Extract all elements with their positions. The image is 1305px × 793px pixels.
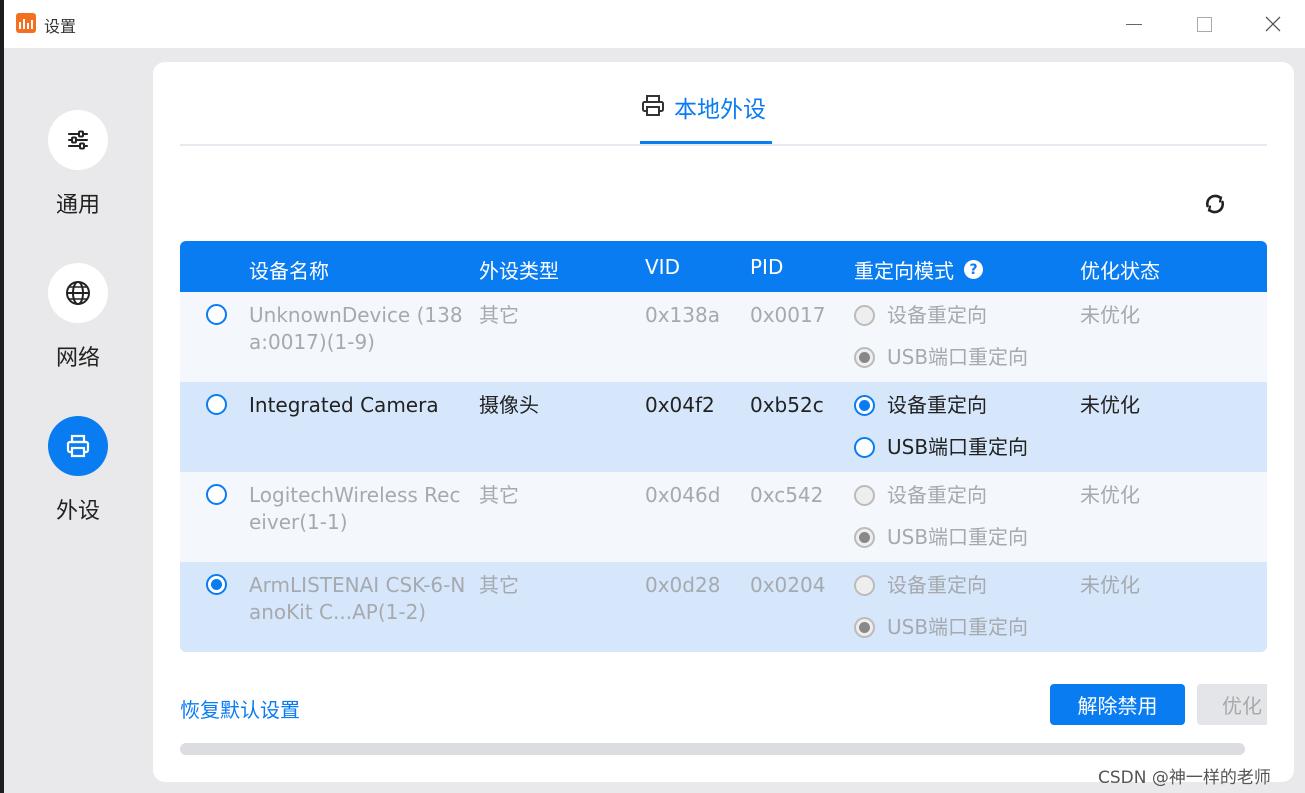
optimize-status: 未优化 — [1080, 573, 1140, 597]
device-type: 其它 — [479, 303, 519, 327]
row-select-radio[interactable] — [206, 304, 227, 332]
sliders-icon — [48, 110, 108, 170]
mode-label: 设备重定向 — [887, 393, 987, 417]
header-name: 设备名称 — [249, 259, 329, 283]
device-name: LogitechWireless Receiver(1-1) — [249, 483, 461, 534]
header-type: 外设类型 — [479, 259, 559, 283]
tab-divider — [180, 144, 1267, 146]
mode-device-redirect[interactable]: 设备重定向 — [854, 392, 1028, 419]
sidebar-item-label: 外设 — [55, 499, 100, 524]
row-select-radio[interactable] — [206, 484, 227, 512]
sidebar-item-general[interactable]: 通用 — [47, 110, 109, 219]
title-bar: 设置 — [4, 0, 1305, 48]
mode-label: 设备重定向 — [887, 303, 987, 327]
redirect-mode-group: 设备重定向 USB端口重定向 — [854, 392, 1028, 476]
unban-button[interactable]: 解除禁用 — [1050, 684, 1185, 725]
sidebar-item-label: 通用 — [55, 193, 100, 218]
mode-usb-port-redirect[interactable]: USB端口重定向 — [854, 344, 1028, 371]
optimize-status: 未优化 — [1080, 393, 1140, 417]
table-row[interactable]: Integrated Camera 摄像头 0x04f2 0xb52c 设备重定… — [180, 382, 1267, 472]
redirect-mode-group: 设备重定向 USB端口重定向 — [854, 572, 1028, 652]
printer-icon — [48, 416, 108, 476]
device-vid: 0x04f2 — [645, 393, 715, 417]
device-type: 摄像头 — [479, 393, 539, 417]
mode-label: 设备重定向 — [887, 573, 987, 597]
main-panel: 本地外设 设备名称 外设类型 VID PID 重定向模式 ? 优化状态 Unkn… — [153, 62, 1294, 782]
watermark: CSDN @神一样的老师 — [1098, 768, 1271, 788]
mode-usb-port-redirect[interactable]: USB端口重定向 — [854, 614, 1028, 641]
row-select-radio[interactable] — [206, 574, 227, 602]
mode-label: USB端口重定向 — [887, 345, 1029, 369]
maximize-button[interactable] — [1192, 12, 1216, 36]
tab-local-peripherals[interactable]: 本地外设 — [640, 90, 766, 144]
refresh-button[interactable] — [1203, 192, 1227, 216]
mode-device-redirect[interactable]: 设备重定向 — [854, 482, 1028, 509]
header-vid: VID — [645, 255, 680, 279]
header-mode: 重定向模式 ? — [854, 255, 983, 284]
table-row[interactable]: LogitechWireless Receiver(1-1) 其它 0x046d… — [180, 472, 1267, 562]
app-logo-icon — [16, 13, 36, 33]
mode-usb-port-redirect[interactable]: USB端口重定向 — [854, 434, 1028, 461]
desktop-edge — [0, 0, 4, 793]
device-vid: 0x0d28 — [645, 573, 721, 597]
device-vid: 0x138a — [645, 303, 720, 327]
sidebar-item-peripherals[interactable]: 外设 — [47, 416, 109, 525]
optimize-status: 未优化 — [1080, 483, 1140, 507]
optimize-button[interactable]: 优化 — [1197, 684, 1267, 725]
tab-active-indicator — [640, 141, 772, 144]
header-mode-label: 重定向模式 — [854, 259, 954, 283]
table-row[interactable]: ArmLISTENAI CSK-6-NanoKit C...AP(1-2) 其它… — [180, 562, 1267, 652]
table-header: 设备名称 外设类型 VID PID 重定向模式 ? 优化状态 — [180, 241, 1267, 292]
printer-icon — [642, 95, 664, 116]
header-pid: PID — [750, 255, 784, 279]
minimize-button[interactable] — [1122, 12, 1146, 36]
device-type: 其它 — [479, 483, 519, 507]
refresh-icon — [1205, 194, 1225, 214]
window-title: 设置 — [44, 17, 77, 36]
device-pid: 0xc542 — [750, 483, 824, 507]
tab-label: 本地外设 — [674, 97, 766, 123]
device-vid: 0x046d — [645, 483, 721, 507]
device-type: 其它 — [479, 573, 519, 597]
header-optimize-status: 优化状态 — [1080, 259, 1160, 283]
mode-device-redirect[interactable]: 设备重定向 — [854, 572, 1028, 599]
mode-label: USB端口重定向 — [887, 435, 1029, 459]
table-row[interactable]: UnknownDevice (138a:0017)(1-9) 其它 0x138a… — [180, 292, 1267, 382]
device-name: ArmLISTENAI CSK-6-NanoKit C...AP(1-2) — [249, 573, 466, 624]
redirect-mode-group: 设备重定向 USB端口重定向 — [854, 482, 1028, 566]
device-pid: 0x0017 — [750, 303, 826, 327]
sidebar-item-network[interactable]: 网络 — [47, 263, 109, 372]
row-select-radio[interactable] — [206, 394, 227, 422]
device-name: UnknownDevice (138a:0017)(1-9) — [249, 303, 463, 354]
help-icon[interactable]: ? — [964, 260, 983, 279]
mode-label: 设备重定向 — [887, 483, 987, 507]
device-pid: 0x0204 — [750, 573, 826, 597]
device-pid: 0xb52c — [750, 393, 824, 417]
restore-defaults-link[interactable]: 恢复默认设置 — [180, 694, 300, 723]
device-table: 设备名称 外设类型 VID PID 重定向模式 ? 优化状态 UnknownDe… — [180, 241, 1267, 652]
mode-device-redirect[interactable]: 设备重定向 — [854, 302, 1028, 329]
close-button[interactable] — [1261, 12, 1285, 36]
sidebar-item-label: 网络 — [55, 346, 100, 371]
mode-label: USB端口重定向 — [887, 525, 1029, 549]
close-icon — [1265, 16, 1281, 32]
globe-icon — [48, 263, 108, 323]
horizontal-scrollbar[interactable] — [180, 743, 1245, 755]
mode-usb-port-redirect[interactable]: USB端口重定向 — [854, 524, 1028, 551]
redirect-mode-group: 设备重定向 USB端口重定向 — [854, 302, 1028, 386]
mode-label: USB端口重定向 — [887, 615, 1029, 639]
device-name: Integrated Camera — [249, 393, 439, 417]
optimize-status: 未优化 — [1080, 303, 1140, 327]
